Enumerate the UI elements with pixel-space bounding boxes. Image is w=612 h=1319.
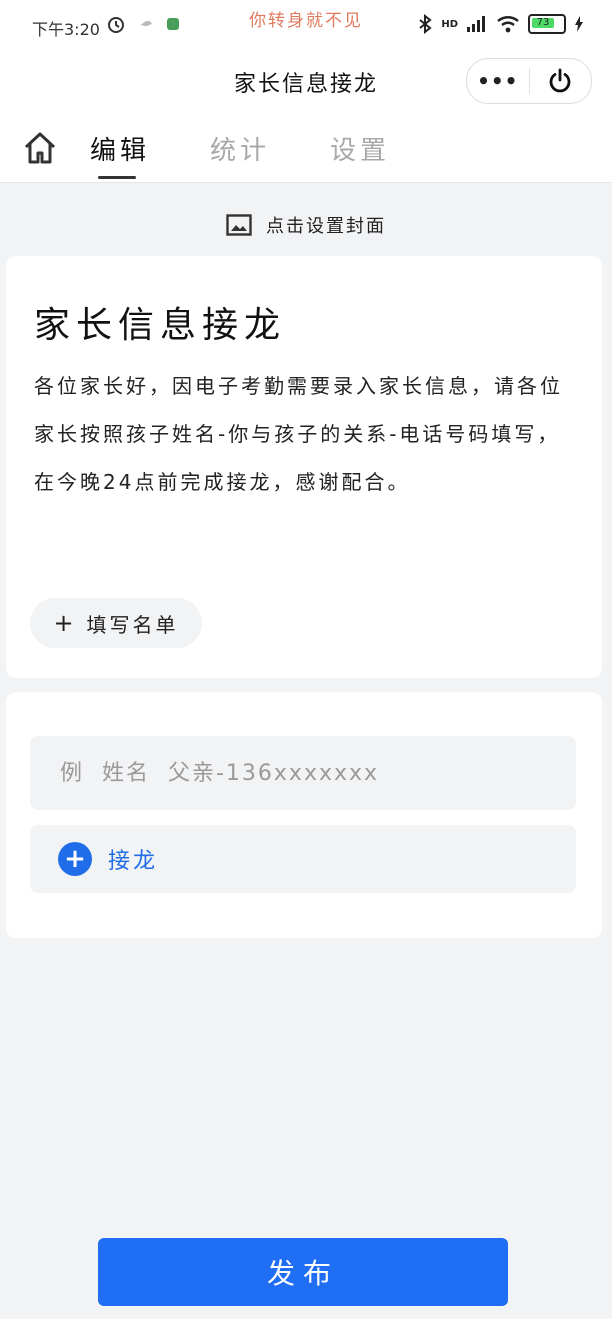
wifi-icon [497,16,519,33]
entry-input[interactable] [30,736,576,810]
close-button[interactable] [529,59,591,103]
join-button[interactable]: + 接龙 [30,825,576,893]
active-tab-indicator [98,176,136,179]
set-cover-label: 点击设置封面 [266,216,386,237]
fill-list-button[interactable]: + 填写名单 [30,598,202,648]
status-bar: 下午3:20 你转身就不见 HD 73 [0,0,612,52]
notice-title: 家长信息接龙 [34,305,287,346]
join-label: 接龙 [108,849,159,874]
mini-program-capsule: ••• [466,58,592,104]
publish-button[interactable]: 发布 [98,1238,508,1306]
battery-icon: 73 [528,14,566,34]
tab-stats[interactable]: 统计 [210,130,270,167]
set-cover-button[interactable]: 点击设置封面 [0,210,612,240]
image-icon [226,214,252,236]
entry-card: + 接龙 [6,692,602,938]
fill-list-label: 填写名单 [86,612,179,637]
add-circle-icon: + [58,842,92,876]
title-bar: 家长信息接龙 ••• [0,52,612,108]
battery-level: 73 [532,18,554,28]
tab-bar: 编辑 统计 设置 [0,108,612,183]
plus-icon: + [53,609,77,637]
network-type: HD [441,18,458,30]
notice-card: 家长信息接龙 各位家长好，因电子考勤需要录入家长信息，请各位家长按照孩子姓名-你… [6,256,602,678]
more-button[interactable]: ••• [467,59,529,103]
tab-settings[interactable]: 设置 [330,130,390,167]
status-right: HD 73 [417,14,584,34]
signal-icon [467,16,485,32]
home-icon[interactable] [22,130,58,166]
charging-icon [575,16,583,32]
tab-edit[interactable]: 编辑 [90,130,150,167]
notice-description: 各位家长好，因电子考勤需要录入家长信息，请各位家长按照孩子姓名-你与孩子的关系-… [34,374,563,494]
power-icon [549,68,571,93]
bluetooth-icon [419,14,432,34]
